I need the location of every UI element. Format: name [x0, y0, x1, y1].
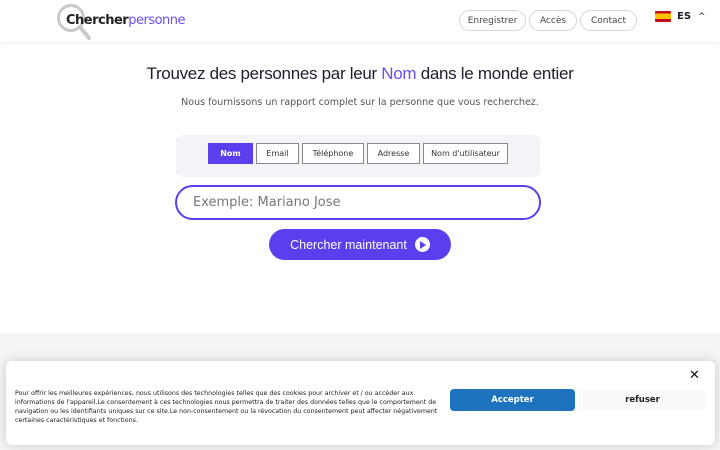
search-input[interactable]: [175, 185, 541, 220]
search-now-button[interactable]: Chercher maintenant: [269, 229, 451, 260]
register-button[interactable]: Enregistrer: [459, 10, 526, 31]
language-code: ES: [677, 11, 692, 22]
search-now-label: Chercher maintenant: [290, 237, 407, 252]
chevron-up-icon: ^: [698, 11, 706, 22]
contact-button[interactable]: Contact: [580, 10, 637, 31]
tab-address[interactable]: Adresse: [367, 143, 420, 164]
accept-cookies-button[interactable]: Accepter: [450, 389, 575, 411]
spain-flag-icon: [655, 11, 671, 22]
page-title: Trouvez des personnes par leur Nom dans …: [146, 64, 574, 83]
tab-email[interactable]: Email: [256, 143, 299, 164]
close-icon[interactable]: ✕: [689, 368, 700, 383]
login-button[interactable]: Accès: [529, 10, 577, 31]
logo-text: Chercherpersonne: [66, 13, 186, 28]
refuse-cookies-button[interactable]: refuser: [579, 389, 706, 411]
page-subtitle: Nous fournissons un rapport complet sur …: [181, 97, 539, 108]
tab-phone[interactable]: Téléphone: [302, 143, 364, 164]
cookie-consent-text: Pour offrir les meilleures expériences, …: [15, 390, 438, 424]
play-circle-icon: [414, 237, 430, 252]
tab-name[interactable]: Nom: [208, 143, 253, 164]
tab-username[interactable]: Nom d'utilisateur: [423, 143, 508, 164]
language-selector[interactable]: ES ^: [655, 11, 706, 22]
site-logo[interactable]: Chercherpersonne: [54, 2, 186, 40]
title-highlight: Nom: [381, 64, 417, 83]
site-header: Chercherpersonne Enregistrer Accès Conta…: [0, 0, 720, 42]
